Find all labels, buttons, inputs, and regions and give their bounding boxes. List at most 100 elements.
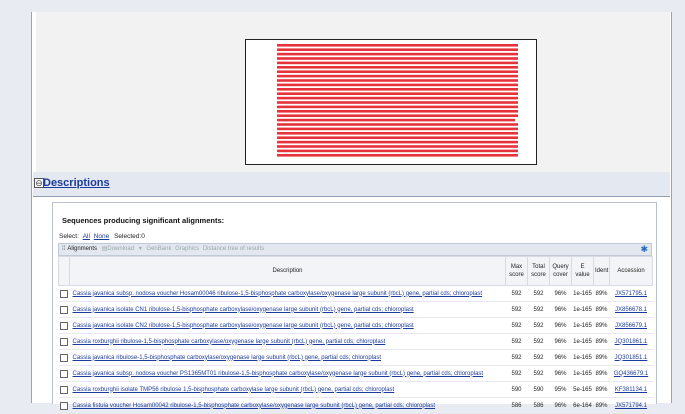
row-description-link[interactable]: Cassia javanica isolate CN2 ribulose-1,5… xyxy=(73,323,414,329)
hit-bar[interactable] xyxy=(277,74,518,78)
row-query-cover: 96% xyxy=(549,285,572,302)
hit-bar[interactable] xyxy=(277,48,518,51)
row-accession-link[interactable]: JX571795.1 xyxy=(615,291,647,297)
hit-bar[interactable] xyxy=(277,92,518,95)
hit-bar[interactable] xyxy=(277,145,518,148)
row-description-link[interactable]: Cassia javanica subsp. nodosa voucher PS… xyxy=(73,371,484,377)
select-all-link[interactable]: All xyxy=(83,233,90,240)
row-max-score: 592 xyxy=(505,333,528,350)
row-accession-link[interactable]: KF381134.1 xyxy=(615,387,647,393)
table-row: Cassia javanica subsp. nodosa voucher PS… xyxy=(58,365,653,382)
hit-bar[interactable] xyxy=(277,88,518,91)
row-description-link[interactable]: Cassia javanica isolate CN1 ribulose-1,5… xyxy=(73,307,414,313)
row-query-cover: 95% xyxy=(549,381,572,398)
row-e-value: 1e-165 xyxy=(571,349,594,366)
row-checkbox[interactable] xyxy=(60,353,68,362)
distance-tree-link[interactable]: Distance tree of results xyxy=(203,246,264,252)
row-max-score: 592 xyxy=(505,301,528,318)
row-ident: 89% xyxy=(593,301,610,318)
table-row: Cassia fistula voucher Hosam00042 ribulo… xyxy=(58,397,653,414)
row-max-score: 590 xyxy=(505,381,528,398)
row-e-value: 1e-165 xyxy=(571,301,594,318)
hit-bar[interactable] xyxy=(277,70,518,73)
header-query-cover[interactable]: Query cover xyxy=(549,256,572,286)
hit-bar[interactable] xyxy=(277,101,518,104)
row-query-cover: 96% xyxy=(549,301,572,318)
hit-bar[interactable] xyxy=(277,61,518,65)
hit-bar[interactable] xyxy=(277,132,518,135)
hit-bar[interactable] xyxy=(277,123,518,126)
row-total-score: 592 xyxy=(527,301,550,318)
hit-bar[interactable] xyxy=(277,96,518,100)
row-checkbox[interactable] xyxy=(60,337,68,346)
row-accession-link[interactable]: JX856678.1 xyxy=(615,307,647,313)
header-e-value[interactable]: E value xyxy=(571,256,594,286)
header-max-score[interactable]: Max score xyxy=(505,256,528,286)
row-accession-link[interactable]: JX856679.1 xyxy=(615,323,647,329)
graphics-link[interactable]: Graphics xyxy=(175,246,199,252)
hit-bar[interactable] xyxy=(277,79,518,82)
row-checkbox[interactable] xyxy=(60,321,68,330)
row-ident: 89% xyxy=(593,365,610,382)
row-checkbox[interactable] xyxy=(60,305,68,314)
hit-bar[interactable] xyxy=(277,66,518,69)
row-total-score: 592 xyxy=(527,317,550,334)
row-total-score: 586 xyxy=(527,397,550,414)
row-description-link[interactable]: Cassia javanica ribulose-1,5-bisphosphat… xyxy=(73,355,382,361)
header-ident[interactable]: Ident xyxy=(593,256,610,286)
row-checkbox[interactable] xyxy=(60,385,68,394)
row-accession-link[interactable]: JX571794.1 xyxy=(615,403,647,409)
hit-bar[interactable] xyxy=(277,149,518,153)
row-accession-link[interactable]: GQ436679.1 xyxy=(614,371,648,377)
row-total-score: 592 xyxy=(527,365,550,382)
row-e-value: 1e-165 xyxy=(571,285,594,302)
row-total-score: 592 xyxy=(527,333,550,350)
row-ident: 89% xyxy=(593,285,610,302)
row-description-link[interactable]: Cassia roxburghii ribulose-1,5-bisphosph… xyxy=(73,339,386,345)
alignments-button[interactable]: Alignments xyxy=(67,246,97,252)
table-row: Cassia javanica ribulose-1,5-bisphosphat… xyxy=(58,349,653,366)
hit-bar[interactable] xyxy=(277,57,518,60)
download-button[interactable]: Download xyxy=(107,246,134,252)
descriptions-header[interactable]: ⊖ Descriptions xyxy=(33,172,670,197)
row-query-cover: 96% xyxy=(549,365,572,382)
gear-icon[interactable]: ✱ xyxy=(640,244,648,255)
hit-bar[interactable] xyxy=(277,44,518,47)
descriptions-title[interactable]: Descriptions xyxy=(43,177,110,189)
hit-bar[interactable] xyxy=(277,105,518,109)
row-description-link[interactable]: Cassia roxburghii isolate TMP56 ribulose… xyxy=(73,387,395,393)
row-e-value: 1e-165 xyxy=(571,365,594,382)
hit-bar[interactable] xyxy=(277,118,515,122)
row-accession-link[interactable]: JQ301851.1 xyxy=(615,355,648,361)
genbank-link[interactable]: GenBank xyxy=(146,246,171,252)
hit-bar[interactable] xyxy=(277,83,518,87)
row-max-score: 586 xyxy=(505,397,528,414)
row-description-link[interactable]: Cassia fistula voucher Hosam00042 ribulo… xyxy=(73,403,436,409)
row-max-score: 592 xyxy=(505,365,528,382)
row-e-value: 5e-165 xyxy=(571,381,594,398)
row-accession-link[interactable]: JQ301861.1 xyxy=(615,339,648,345)
header-description[interactable]: Description xyxy=(69,256,506,286)
alignment-graphic[interactable] xyxy=(245,39,537,165)
header-total-score[interactable]: Total score xyxy=(527,256,550,286)
hit-bar[interactable] xyxy=(277,140,518,144)
hit-bar[interactable] xyxy=(277,127,518,131)
alignment-bars xyxy=(277,44,518,157)
select-none-link[interactable]: None xyxy=(94,233,110,240)
table-row: Cassia roxburghii ribulose-1,5-bisphosph… xyxy=(58,333,653,350)
hit-bar[interactable] xyxy=(277,154,518,157)
row-total-score: 590 xyxy=(527,381,550,398)
table-header-row: Description Max score Total score Query … xyxy=(58,256,653,286)
row-description-link[interactable]: Cassia javanica subsp. nodosa voucher Ho… xyxy=(73,291,483,297)
row-checkbox[interactable] xyxy=(60,369,68,378)
header-accession[interactable]: Accession xyxy=(609,256,653,286)
row-ident: 89% xyxy=(593,381,610,398)
hit-bar[interactable] xyxy=(277,52,518,56)
row-e-value: 6e-164 xyxy=(571,397,594,414)
hit-bar[interactable] xyxy=(277,114,518,117)
row-query-cover: 96% xyxy=(549,349,572,366)
row-checkbox[interactable] xyxy=(60,289,68,298)
hit-bar[interactable] xyxy=(277,136,518,139)
table-row: Cassia javanica subsp. nodosa voucher Ho… xyxy=(58,285,653,302)
hit-bar[interactable] xyxy=(277,110,518,113)
